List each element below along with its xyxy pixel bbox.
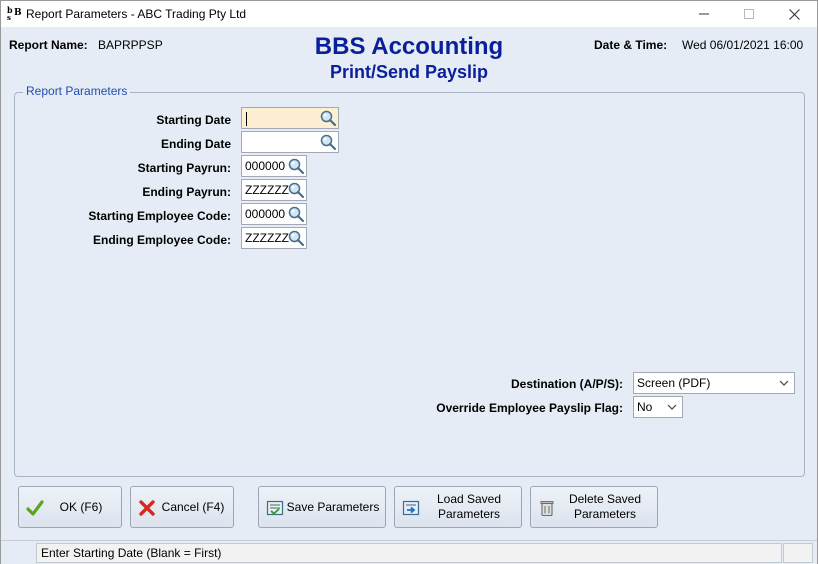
starting-employee-label: Starting Employee Code:: [88, 209, 231, 223]
ending-payrun-input[interactable]: ZZZZZZ: [241, 179, 307, 201]
maximize-button[interactable]: [726, 1, 772, 27]
datetime-value: Wed 06/01/2021 16:00: [682, 38, 804, 52]
save-parameters-icon: [266, 500, 284, 516]
ending-employee-input[interactable]: ZZZZZZ: [241, 227, 307, 249]
status-bar: Enter Starting Date (Blank = First): [1, 540, 817, 564]
load-label-line1: Load Saved: [436, 492, 502, 506]
ok-button[interactable]: OK (F6): [18, 486, 122, 528]
override-flag-value: No: [637, 400, 653, 414]
load-saved-parameters-button[interactable]: Load Saved Parameters: [394, 486, 522, 528]
ending-date-label: Ending Date: [160, 137, 231, 151]
starting-date-input[interactable]: [241, 107, 339, 129]
save-parameters-label: Save Parameters: [286, 499, 380, 514]
starting-payrun-input[interactable]: 000000: [241, 155, 307, 177]
report-parameters-group: [14, 92, 805, 477]
starting-payrun-value: 000000: [245, 159, 286, 173]
ending-date-input[interactable]: [241, 131, 339, 153]
datetime-label: Date & Time:: [594, 38, 668, 52]
report-parameters-window: b B s Report Parameters - ABC Trading Pt…: [0, 0, 818, 564]
ending-employee-value: ZZZZZZ: [245, 231, 289, 245]
delete-label-line1: Delete Saved: [568, 492, 642, 506]
magnifier-icon[interactable]: [319, 133, 337, 151]
magnifier-icon[interactable]: [319, 109, 337, 127]
window-title: Report Parameters - ABC Trading Pty Ltd: [26, 7, 247, 21]
ending-payrun-label: Ending Payrun:: [142, 185, 231, 199]
minimize-icon: [699, 13, 709, 15]
load-saved-parameters-label: Load Saved Parameters: [421, 492, 517, 522]
save-parameters-button[interactable]: Save Parameters: [258, 486, 386, 528]
minimize-button[interactable]: [681, 1, 727, 27]
cancel-button-label: Cancel (F4): [161, 499, 225, 514]
maximize-icon: [744, 9, 754, 19]
ending-employee-label: Ending Employee Code:: [92, 233, 231, 247]
group-legend: Report Parameters: [23, 84, 131, 98]
checkmark-icon: [26, 500, 44, 516]
destination-value: Screen (PDF): [637, 376, 711, 390]
magnifier-icon[interactable]: [287, 205, 305, 223]
ok-button-label: OK (F6): [59, 499, 103, 514]
starting-employee-input[interactable]: 000000: [241, 203, 307, 225]
magnifier-icon[interactable]: [287, 157, 305, 175]
close-icon: [788, 8, 800, 20]
delete-label-line2: Parameters: [573, 507, 637, 521]
text-caret: [246, 112, 247, 126]
magnifier-icon[interactable]: [287, 229, 305, 247]
report-title: Print/Send Payslip: [329, 62, 489, 82]
delete-saved-parameters-button[interactable]: Delete Saved Parameters: [530, 486, 658, 528]
override-flag-select[interactable]: No: [633, 396, 683, 418]
chevron-down-icon: [779, 380, 789, 386]
svg-text:B: B: [14, 8, 21, 18]
cancel-button[interactable]: Cancel (F4): [130, 486, 234, 528]
app-icon: b B s: [7, 5, 22, 22]
svg-text:s: s: [7, 13, 11, 21]
chevron-down-icon: [667, 404, 677, 410]
load-label-line2: Parameters: [437, 507, 501, 521]
title-bar[interactable]: b B s Report Parameters - ABC Trading Pt…: [1, 1, 817, 27]
destination-select[interactable]: Screen (PDF): [633, 372, 795, 394]
load-parameters-icon: [402, 500, 420, 516]
magnifier-icon[interactable]: [287, 181, 305, 199]
starting-employee-value: 000000: [245, 207, 286, 221]
red-x-icon: [139, 500, 155, 516]
status-panel: [783, 543, 813, 563]
close-button[interactable]: [771, 1, 817, 27]
starting-payrun-label: Starting Payrun:: [137, 161, 231, 175]
starting-date-label: Starting Date: [156, 113, 231, 127]
status-message: Enter Starting Date (Blank = First): [36, 543, 782, 563]
delete-saved-parameters-label: Delete Saved Parameters: [557, 492, 653, 522]
override-flag-label: Override Employee Payslip Flag:: [436, 401, 623, 415]
destination-label: Destination (A/P/S):: [510, 377, 623, 391]
trash-icon: [540, 501, 554, 517]
ending-payrun-value: ZZZZZZ: [245, 183, 289, 197]
